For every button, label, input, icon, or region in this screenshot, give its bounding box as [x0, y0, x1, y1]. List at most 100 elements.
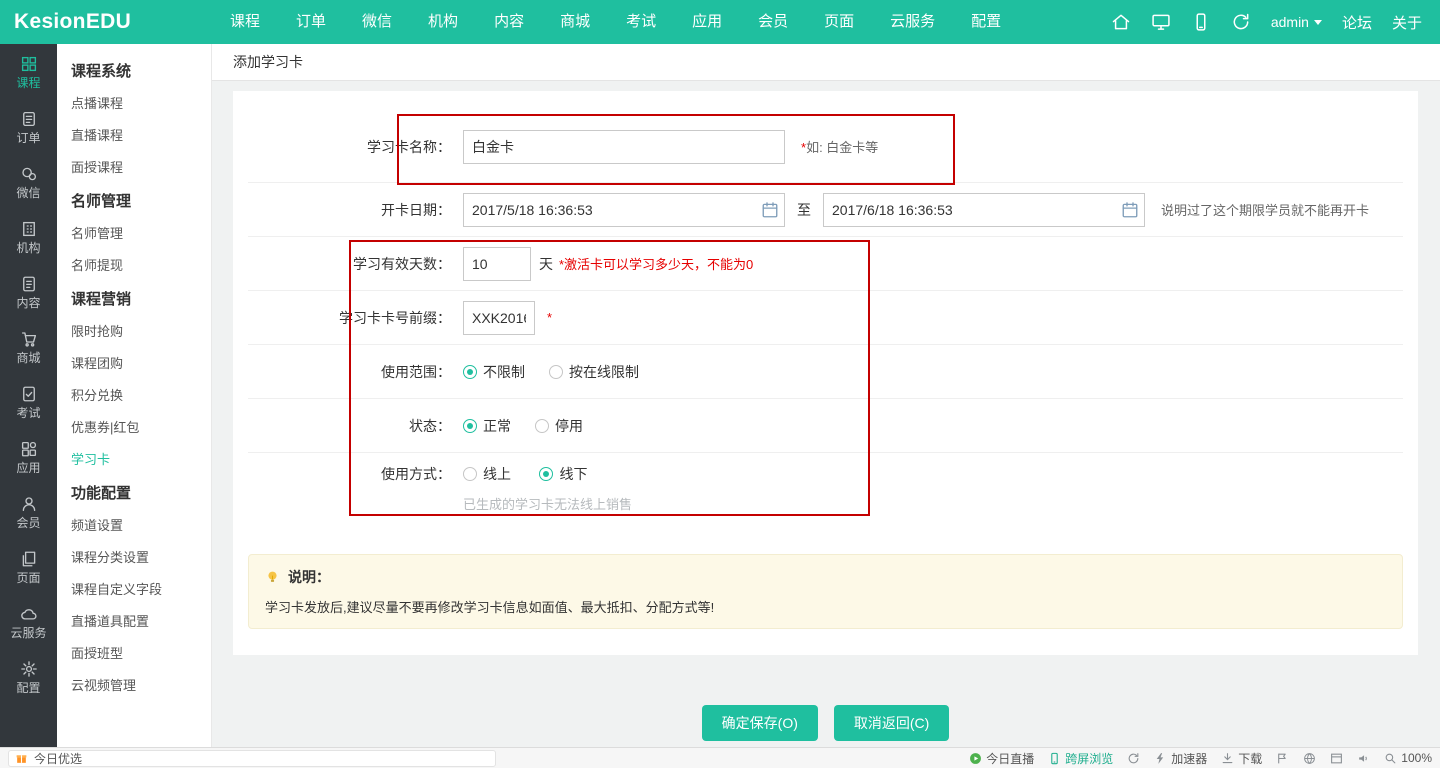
rail-config[interactable]: 配置: [0, 649, 57, 704]
nav-orders[interactable]: 订单: [278, 0, 344, 44]
rail-courses[interactable]: 课程: [0, 44, 57, 99]
sidebar-item-custom-fields[interactable]: 课程自定义字段: [71, 579, 211, 598]
status-option-disabled[interactable]: 停用: [535, 416, 583, 436]
nav-members[interactable]: 会员: [740, 0, 806, 44]
exam-icon: [20, 385, 38, 403]
scope-option-unlimited[interactable]: 不限制: [463, 362, 525, 382]
nav-pages[interactable]: 页面: [806, 0, 872, 44]
sidebar-item-vod-courses[interactable]: 点播课程: [71, 93, 211, 112]
globe-icon[interactable]: [1303, 752, 1316, 765]
nav-courses[interactable]: 课程: [212, 0, 278, 44]
admin-menu[interactable]: admin: [1271, 14, 1322, 30]
accelerator-button[interactable]: 加速器: [1154, 750, 1207, 767]
sidebar-item-study-card[interactable]: 学习卡: [71, 449, 211, 468]
rail-wechat[interactable]: 微信: [0, 154, 57, 209]
date-label: 开卡日期：: [248, 200, 463, 220]
calendar-icon[interactable]: [1121, 201, 1139, 219]
nav-wechat[interactable]: 微信: [344, 0, 410, 44]
sidebar-item-channel-settings[interactable]: 频道设置: [71, 515, 211, 534]
sidebar-item-group-buy[interactable]: 课程团购: [71, 353, 211, 372]
sidebar-item-coupons[interactable]: 优惠券|红包: [71, 417, 211, 436]
save-button[interactable]: 确定保存(O): [702, 705, 818, 741]
sidebar-item-offline-courses[interactable]: 面授课程: [71, 157, 211, 176]
end-date-input[interactable]: [823, 193, 1145, 227]
radio-unchecked-icon[interactable]: [549, 365, 563, 379]
organization-icon: [20, 220, 38, 238]
today-live-button[interactable]: 今日直播: [969, 750, 1034, 767]
rail-organization[interactable]: 机构: [0, 209, 57, 264]
nav-config[interactable]: 配置: [953, 0, 1019, 44]
form-row-date: 开卡日期： 至 说明过了这个期限学员就不能再开卡: [248, 183, 1403, 237]
nav-apps[interactable]: 应用: [674, 0, 740, 44]
about-link[interactable]: 关于: [1392, 12, 1422, 33]
radio-checked-icon[interactable]: [539, 467, 553, 481]
circular-arrows-icon[interactable]: [1127, 752, 1140, 765]
sidebar-item-live-props[interactable]: 直播道具配置: [71, 611, 211, 630]
nav-cloud[interactable]: 云服务: [872, 0, 953, 44]
radio-checked-icon[interactable]: [463, 365, 477, 379]
sidebar-item-flash-sale[interactable]: 限时抢购: [71, 321, 211, 340]
radio-unchecked-icon[interactable]: [535, 419, 549, 433]
topbar: KesionEDU 课程 订单 微信 机构 内容 商城 考试 应用 会员 页面 …: [0, 0, 1440, 44]
mode-body: 线上 线下 已生成的学习卡无法线上销售: [463, 464, 632, 513]
cross-screen-button[interactable]: 跨屏浏览: [1048, 750, 1113, 767]
rail-content[interactable]: 内容: [0, 264, 57, 319]
sidebar-item-teacher-withdraw[interactable]: 名师提现: [71, 255, 211, 274]
sidebar-group-course-system: 课程系统: [71, 60, 211, 81]
scope-option-online-limit[interactable]: 按在线限制: [549, 362, 639, 382]
courses-icon: [20, 55, 38, 73]
window-layout-icon[interactable]: [1330, 752, 1343, 765]
status-option-normal[interactable]: 正常: [463, 416, 511, 436]
download-icon: [1221, 752, 1234, 765]
zoom-level: 100%: [1401, 751, 1432, 765]
rail-mall[interactable]: 商城: [0, 319, 57, 374]
sidebar-item-cloud-video[interactable]: 云视频管理: [71, 675, 211, 694]
rail-pages[interactable]: 页面: [0, 539, 57, 594]
cancel-button[interactable]: 取消返回(C): [834, 705, 949, 741]
rail-cloud[interactable]: 云服务: [0, 594, 57, 649]
home-icon[interactable]: [1111, 12, 1131, 32]
rail-members[interactable]: 会员: [0, 484, 57, 539]
mobile-icon[interactable]: [1191, 12, 1211, 32]
date-joiner: 至: [797, 200, 811, 220]
download-button[interactable]: 下载: [1221, 750, 1262, 767]
nav-content[interactable]: 内容: [476, 0, 542, 44]
rail-orders[interactable]: 订单: [0, 99, 57, 154]
course-sidebar: 课程系统 点播课程 直播课程 面授课程 名师管理 名师管理 名师提现 课程营销 …: [57, 44, 212, 747]
speaker-icon[interactable]: [1357, 752, 1370, 765]
status-label: 状态：: [248, 416, 463, 436]
start-date-input[interactable]: [463, 193, 785, 227]
radio-unchecked-icon[interactable]: [463, 467, 477, 481]
study-card-name-input[interactable]: [463, 130, 785, 164]
rail-exam[interactable]: 考试: [0, 374, 57, 429]
forum-link[interactable]: 论坛: [1342, 12, 1372, 33]
sidebar-item-teacher-management[interactable]: 名师管理: [71, 223, 211, 242]
todays-picks-bar[interactable]: 今日优选: [8, 750, 496, 767]
valid-days-input[interactable]: [463, 247, 531, 281]
sidebar-item-offline-class-type[interactable]: 面授班型: [71, 643, 211, 662]
settings-icon: [20, 660, 38, 678]
flag-icon[interactable]: [1276, 752, 1289, 765]
refresh-icon[interactable]: [1231, 12, 1251, 32]
sidebar-item-course-categories[interactable]: 课程分类设置: [71, 547, 211, 566]
nav-exam[interactable]: 考试: [608, 0, 674, 44]
card-prefix-input[interactable]: [463, 301, 535, 335]
monitor-icon[interactable]: [1151, 12, 1171, 32]
nav-mall[interactable]: 商城: [542, 0, 608, 44]
radio-checked-icon[interactable]: [463, 419, 477, 433]
mall-icon: [20, 330, 38, 348]
zoom-control[interactable]: 100%: [1384, 751, 1432, 765]
nav-organization[interactable]: 机构: [410, 0, 476, 44]
lightning-icon: [1154, 752, 1167, 765]
mode-option-online[interactable]: 线上: [463, 464, 511, 484]
cloud-icon: [20, 605, 38, 623]
calendar-icon[interactable]: [761, 201, 779, 219]
mode-option-offline[interactable]: 线下: [539, 464, 587, 484]
main-content: 学习卡名称： *如: 白金卡等 开卡日期： 至 说明过了这个期限学员就不能再开卡…: [212, 81, 1440, 747]
sidebar-item-points-exchange[interactable]: 积分兑换: [71, 385, 211, 404]
members-icon: [20, 495, 38, 513]
content-icon: [20, 275, 38, 293]
sidebar-item-live-courses[interactable]: 直播课程: [71, 125, 211, 144]
name-hint: *如: 白金卡等: [801, 137, 878, 156]
rail-apps[interactable]: 应用: [0, 429, 57, 484]
